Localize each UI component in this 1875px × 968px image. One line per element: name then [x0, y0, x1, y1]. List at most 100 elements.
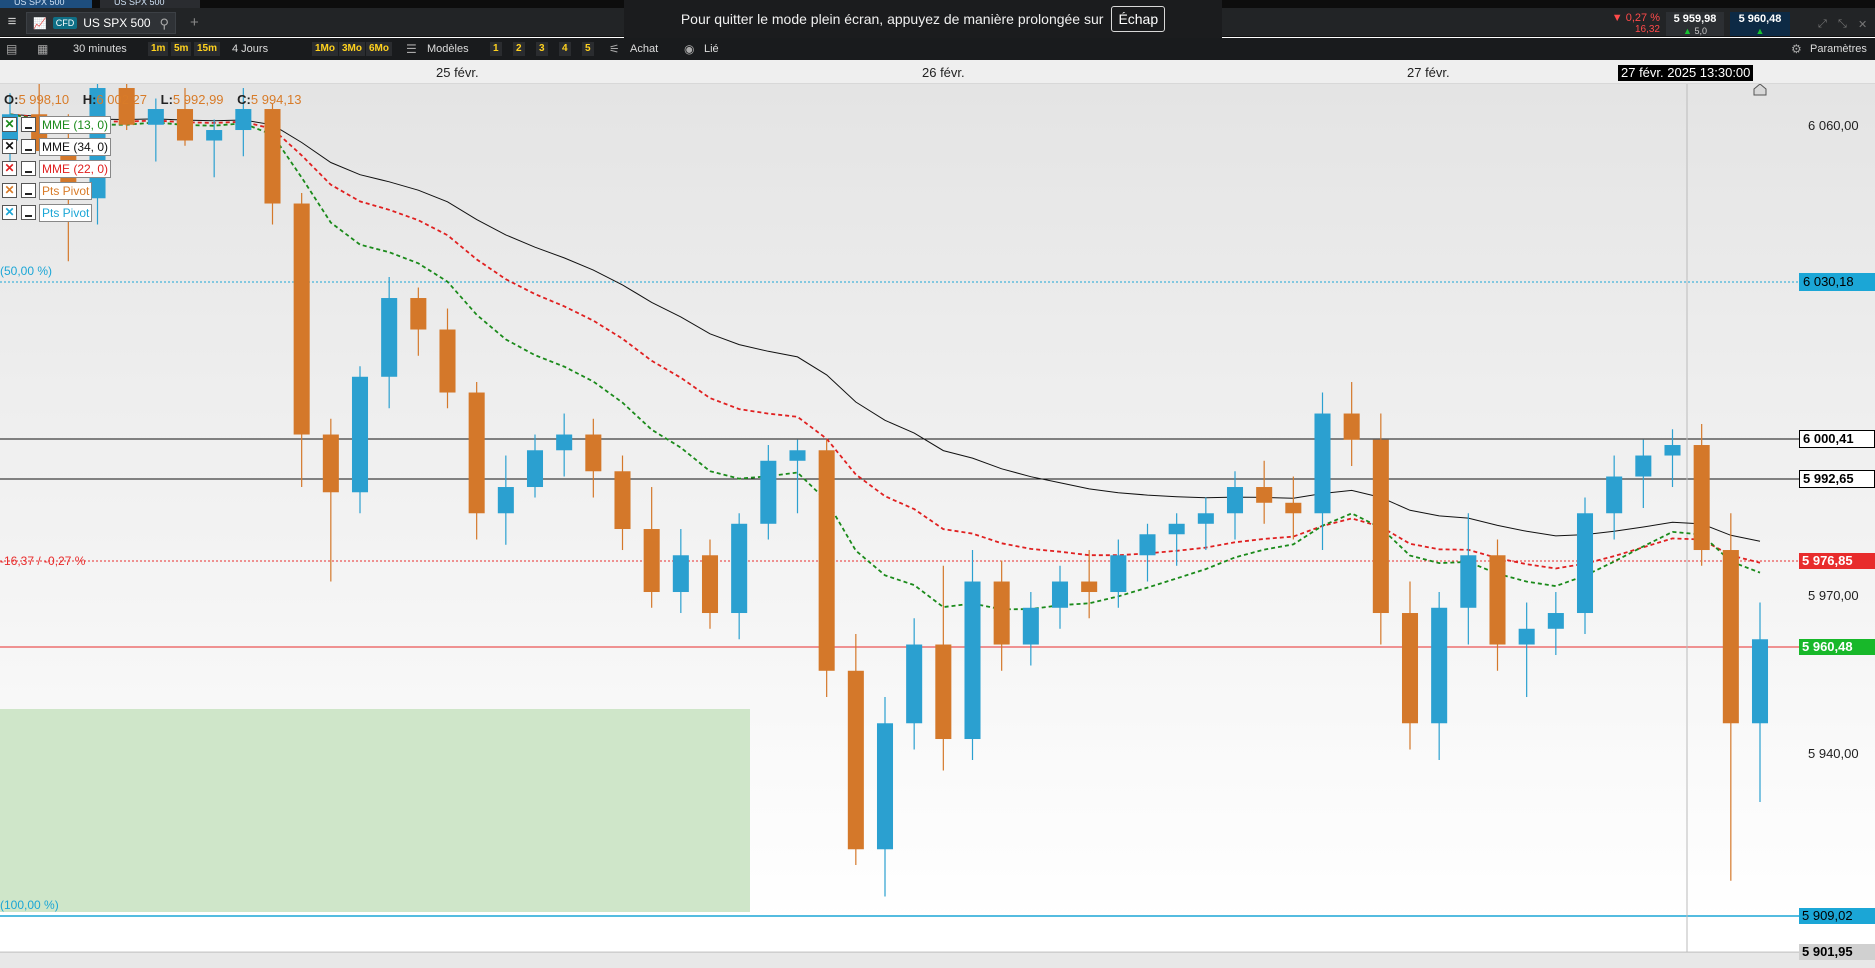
indicator-pivot-2[interactable]: ✕ Pts Pivot: [2, 204, 122, 222]
chart-toolbar: ▤ ▦ 30 minutes 1m 5m 15m 4 Jours 1Mo 3Mo…: [0, 38, 1875, 60]
tab-us-spx-500-2[interactable]: US SPX 500: [100, 0, 200, 8]
linked-button[interactable]: Lié: [704, 41, 719, 57]
candle-body: [1285, 502, 1302, 514]
search-icon[interactable]: ⚲: [159, 16, 169, 32]
bottom-strip: [0, 952, 1875, 968]
templates-icon[interactable]: ☰: [406, 41, 417, 57]
candle-body: [1139, 534, 1156, 556]
support-zone: [0, 709, 750, 912]
trading-app: { "tabs": ["US SPX 500", "US SPX 500"], …: [0, 0, 1875, 968]
candle-body: [760, 460, 777, 524]
remove-indicator-icon[interactable]: ✕: [2, 139, 17, 154]
price-marker-current: 5 960,48: [1799, 639, 1875, 655]
low-value: 5 992,99: [172, 92, 224, 107]
fullscreen-notice-text: Pour quitter le mode plein écran, appuye…: [680, 11, 1104, 27]
candle-body: [1576, 513, 1594, 614]
period-1mo[interactable]: 1Mo: [312, 42, 338, 56]
remove-indicator-icon[interactable]: ✕: [2, 183, 17, 198]
scroll-marker-icon[interactable]: [1753, 84, 1767, 96]
candle-body: [1197, 513, 1214, 524]
period-6mo[interactable]: 6Mo: [366, 42, 392, 56]
buy-icon[interactable]: ⚟: [609, 41, 620, 57]
interval-15m[interactable]: 15m: [194, 42, 221, 56]
buy-button[interactable]: 5 960,48 ▲: [1730, 12, 1790, 36]
layout-1[interactable]: 1: [490, 42, 502, 56]
candle-body: [381, 298, 398, 377]
candle-body: [526, 450, 544, 488]
interval-1m[interactable]: 1m: [148, 42, 169, 56]
layout-2[interactable]: 2: [513, 42, 525, 56]
candle-body: [789, 450, 806, 461]
price-marker-line-1: 6 000,41: [1799, 430, 1875, 448]
cfd-badge: CFD: [52, 17, 78, 29]
ask-price: 5 960,48: [1738, 13, 1782, 25]
candle-body: [993, 581, 1010, 645]
settings-icon[interactable]: ⚙: [1791, 41, 1802, 57]
settings-button[interactable]: Paramètres: [1810, 41, 1867, 57]
price-marker-crosshair: 5 901,95: [1799, 944, 1875, 960]
panel-icon[interactable]: ▤: [6, 41, 17, 57]
candle-body: [1168, 523, 1185, 535]
candle-body: [410, 298, 427, 330]
price-chart[interactable]: [0, 84, 1875, 968]
remove-indicator-icon[interactable]: ✕: [2, 161, 17, 176]
remove-indicator-icon[interactable]: ✕: [2, 205, 17, 220]
indicator-ema34[interactable]: ✕ MME (34, 0): [2, 138, 122, 156]
indicator-label[interactable]: MME (34, 0): [39, 138, 112, 156]
price-marker-prev-close: 5 976,85: [1799, 553, 1875, 569]
remove-indicator-icon[interactable]: ✕: [2, 117, 17, 132]
candle-body: [264, 109, 281, 204]
close-icon[interactable]: ✕: [1858, 18, 1867, 31]
menu-icon[interactable]: ≡: [3, 14, 21, 30]
indicator-ema22[interactable]: ✕ MME (22, 0): [2, 160, 122, 178]
candle-body: [1722, 550, 1739, 724]
interval-5m[interactable]: 5m: [171, 42, 192, 56]
layout-4[interactable]: 4: [559, 42, 571, 56]
indicator-pivot-1[interactable]: ✕ Pts Pivot: [2, 182, 122, 200]
candle-body: [1547, 613, 1564, 629]
tab-us-spx-500-1[interactable]: US SPX 500: [0, 0, 92, 8]
instrument-selector[interactable]: 📈 CFD US SPX 500 ⚲: [26, 12, 176, 34]
high-label: H:: [82, 92, 97, 107]
period-3mo[interactable]: 3Mo: [339, 42, 365, 56]
change-abs: 16,32: [1634, 24, 1660, 35]
expand-icon[interactable]: ⤡: [1838, 18, 1847, 31]
buy-button-toolbar[interactable]: Achat: [630, 41, 658, 57]
templates-button[interactable]: Modèles: [427, 41, 469, 57]
fullscreen-notice: Pour quitter le mode plein écran, appuye…: [624, 0, 1222, 38]
detach-icon[interactable]: ⤢: [1818, 18, 1827, 31]
candle-body: [497, 487, 514, 514]
escape-key-hint[interactable]: Échap: [1111, 6, 1166, 32]
minimize-indicator-icon[interactable]: [21, 183, 36, 198]
period-select[interactable]: 4 Jours: [232, 41, 268, 57]
minimize-indicator-icon[interactable]: [21, 139, 36, 154]
candle-body: [906, 644, 923, 724]
crosshair-time: 27 févr. 2025 13:30:00: [1618, 65, 1754, 81]
candle-body: [468, 392, 485, 514]
bid-price: 5 959,98: [1673, 13, 1717, 25]
minimize-indicator-icon[interactable]: [21, 117, 36, 132]
spread-up-icon: ▲: [1683, 26, 1692, 36]
indicator-label[interactable]: Pts Pivot: [39, 204, 93, 222]
link-icon[interactable]: ◉: [684, 41, 694, 57]
date-label: 26 févr.: [922, 65, 965, 80]
indicator-label[interactable]: MME (13, 0): [39, 116, 112, 134]
change-pct: ▼ 0,27 %: [1611, 12, 1660, 24]
sell-button[interactable]: 5 959,98 ▲ 5,0: [1666, 12, 1724, 36]
add-tab-icon[interactable]: +: [190, 14, 199, 31]
indicator-label[interactable]: MME (22, 0): [39, 160, 112, 178]
candle-body: [643, 529, 660, 593]
candle-body: [1489, 555, 1506, 645]
candle-body: [1051, 581, 1069, 608]
layout-3[interactable]: 3: [536, 42, 548, 56]
layout-icon[interactable]: ▦: [37, 41, 48, 57]
candle-body: [176, 109, 194, 141]
candle-body: [1401, 613, 1419, 724]
timeframe-select[interactable]: 30 minutes: [73, 41, 127, 57]
minimize-indicator-icon[interactable]: [21, 161, 36, 176]
minimize-indicator-icon[interactable]: [21, 205, 36, 220]
indicator-ema13[interactable]: ✕ MME (13, 0): [2, 116, 122, 134]
layout-5[interactable]: 5: [582, 42, 594, 56]
indicator-label[interactable]: Pts Pivot: [39, 182, 93, 200]
candle-body: [672, 555, 689, 593]
